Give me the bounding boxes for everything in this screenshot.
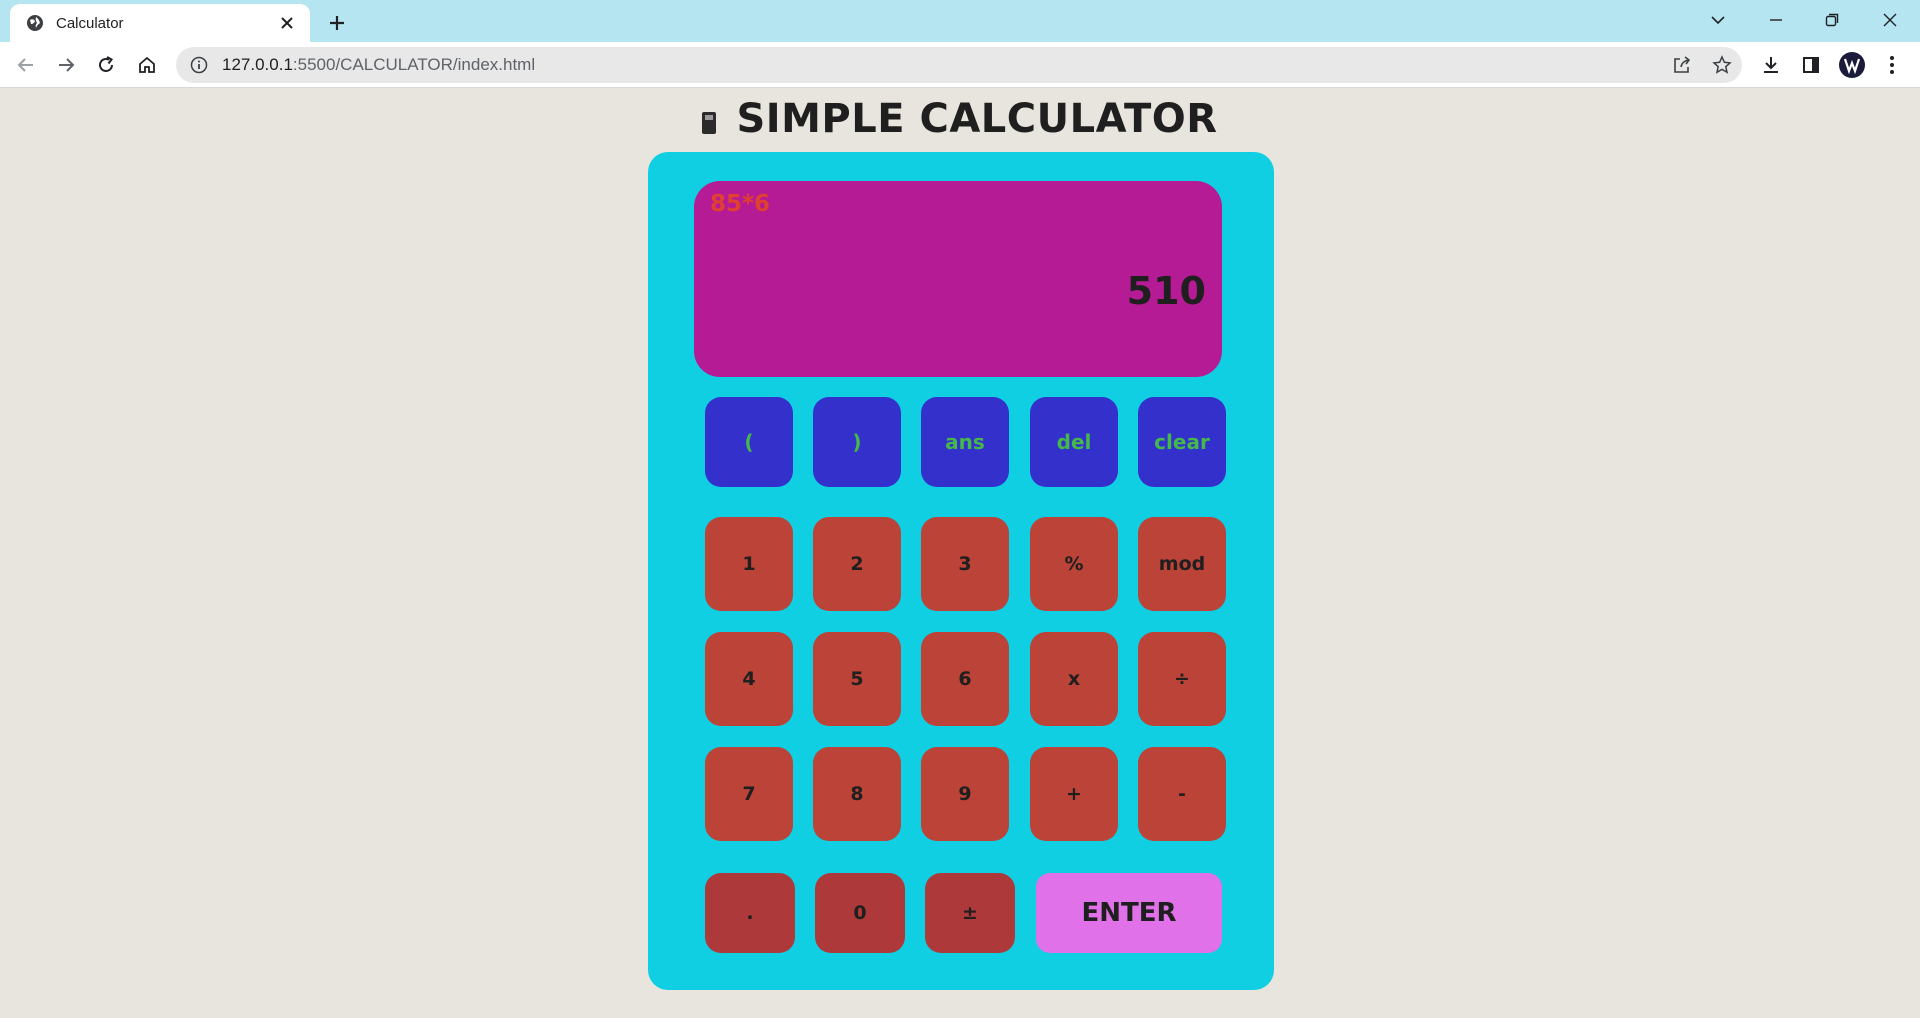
browser-toolbar: 127.0.0.1:5500/CALCULATOR/index.html: [0, 42, 1920, 88]
plus-button[interactable]: +: [1030, 747, 1118, 841]
digit-9-button[interactable]: 9: [921, 747, 1009, 841]
calculator-emoji-icon: [702, 112, 717, 134]
minus-button[interactable]: -: [1138, 747, 1226, 841]
digit-7-button[interactable]: 7: [705, 747, 793, 841]
browser-tab-calculator[interactable]: Calculator: [10, 4, 310, 42]
forward-arrow-icon[interactable]: [50, 49, 82, 81]
globe-icon: [26, 14, 44, 32]
clear-button[interactable]: clear: [1138, 397, 1226, 487]
negate-button[interactable]: ±: [925, 873, 1015, 953]
share-icon[interactable]: [1666, 49, 1698, 81]
url-host: 127.0.0.1: [222, 55, 293, 74]
download-icon[interactable]: [1755, 49, 1787, 81]
enter-button[interactable]: ENTER: [1036, 873, 1222, 953]
result-text: 510: [1126, 269, 1206, 313]
calculator-body: 85*6 510 ( ) ans del clear 1 2 3 % mod 4…: [648, 152, 1274, 990]
divide-button[interactable]: ÷: [1138, 632, 1226, 726]
plus-icon[interactable]: [322, 8, 352, 38]
digit-1-button[interactable]: 1: [705, 517, 793, 611]
digit-5-button[interactable]: 5: [813, 632, 901, 726]
home-icon[interactable]: [131, 49, 163, 81]
decimal-button[interactable]: .: [705, 873, 795, 953]
tab-search-chevron-icon[interactable]: [1690, 4, 1746, 36]
ans-button[interactable]: ans: [921, 397, 1009, 487]
calculator-display: 85*6 510: [694, 181, 1222, 377]
browser-tab-strip: Calculator: [0, 0, 1920, 42]
open-paren-button[interactable]: (: [705, 397, 793, 487]
minimize-icon[interactable]: [1748, 4, 1804, 36]
url-text: 127.0.0.1:5500/CALCULATOR/index.html: [222, 55, 535, 75]
address-bar[interactable]: 127.0.0.1:5500/CALCULATOR/index.html: [176, 47, 1742, 83]
digit-6-button[interactable]: 6: [921, 632, 1009, 726]
back-arrow-icon[interactable]: [10, 49, 42, 81]
multiply-button[interactable]: x: [1030, 632, 1118, 726]
reload-icon[interactable]: [90, 49, 122, 81]
page-title-text: SIMPLE CALCULATOR: [736, 96, 1218, 142]
kebab-menu-icon[interactable]: [1876, 49, 1908, 81]
close-icon[interactable]: [276, 12, 298, 34]
info-icon[interactable]: [190, 56, 208, 74]
mod-button[interactable]: mod: [1138, 517, 1226, 611]
page-title: SIMPLE CALCULATOR: [0, 96, 1920, 142]
tab-title: Calculator: [56, 14, 124, 32]
profile-avatar-icon[interactable]: [1836, 49, 1868, 81]
side-panel-icon[interactable]: [1795, 49, 1827, 81]
window-close-icon[interactable]: [1862, 4, 1918, 36]
digit-8-button[interactable]: 8: [813, 747, 901, 841]
digit-2-button[interactable]: 2: [813, 517, 901, 611]
close-paren-button[interactable]: ): [813, 397, 901, 487]
star-icon[interactable]: [1706, 49, 1738, 81]
percent-button[interactable]: %: [1030, 517, 1118, 611]
del-button[interactable]: del: [1030, 397, 1118, 487]
url-path: :5500/CALCULATOR/index.html: [292, 55, 536, 74]
digit-3-button[interactable]: 3: [921, 517, 1009, 611]
expression-text: 85*6: [710, 191, 771, 217]
digit-4-button[interactable]: 4: [705, 632, 793, 726]
restore-icon[interactable]: [1804, 4, 1860, 36]
digit-0-button[interactable]: 0: [815, 873, 905, 953]
